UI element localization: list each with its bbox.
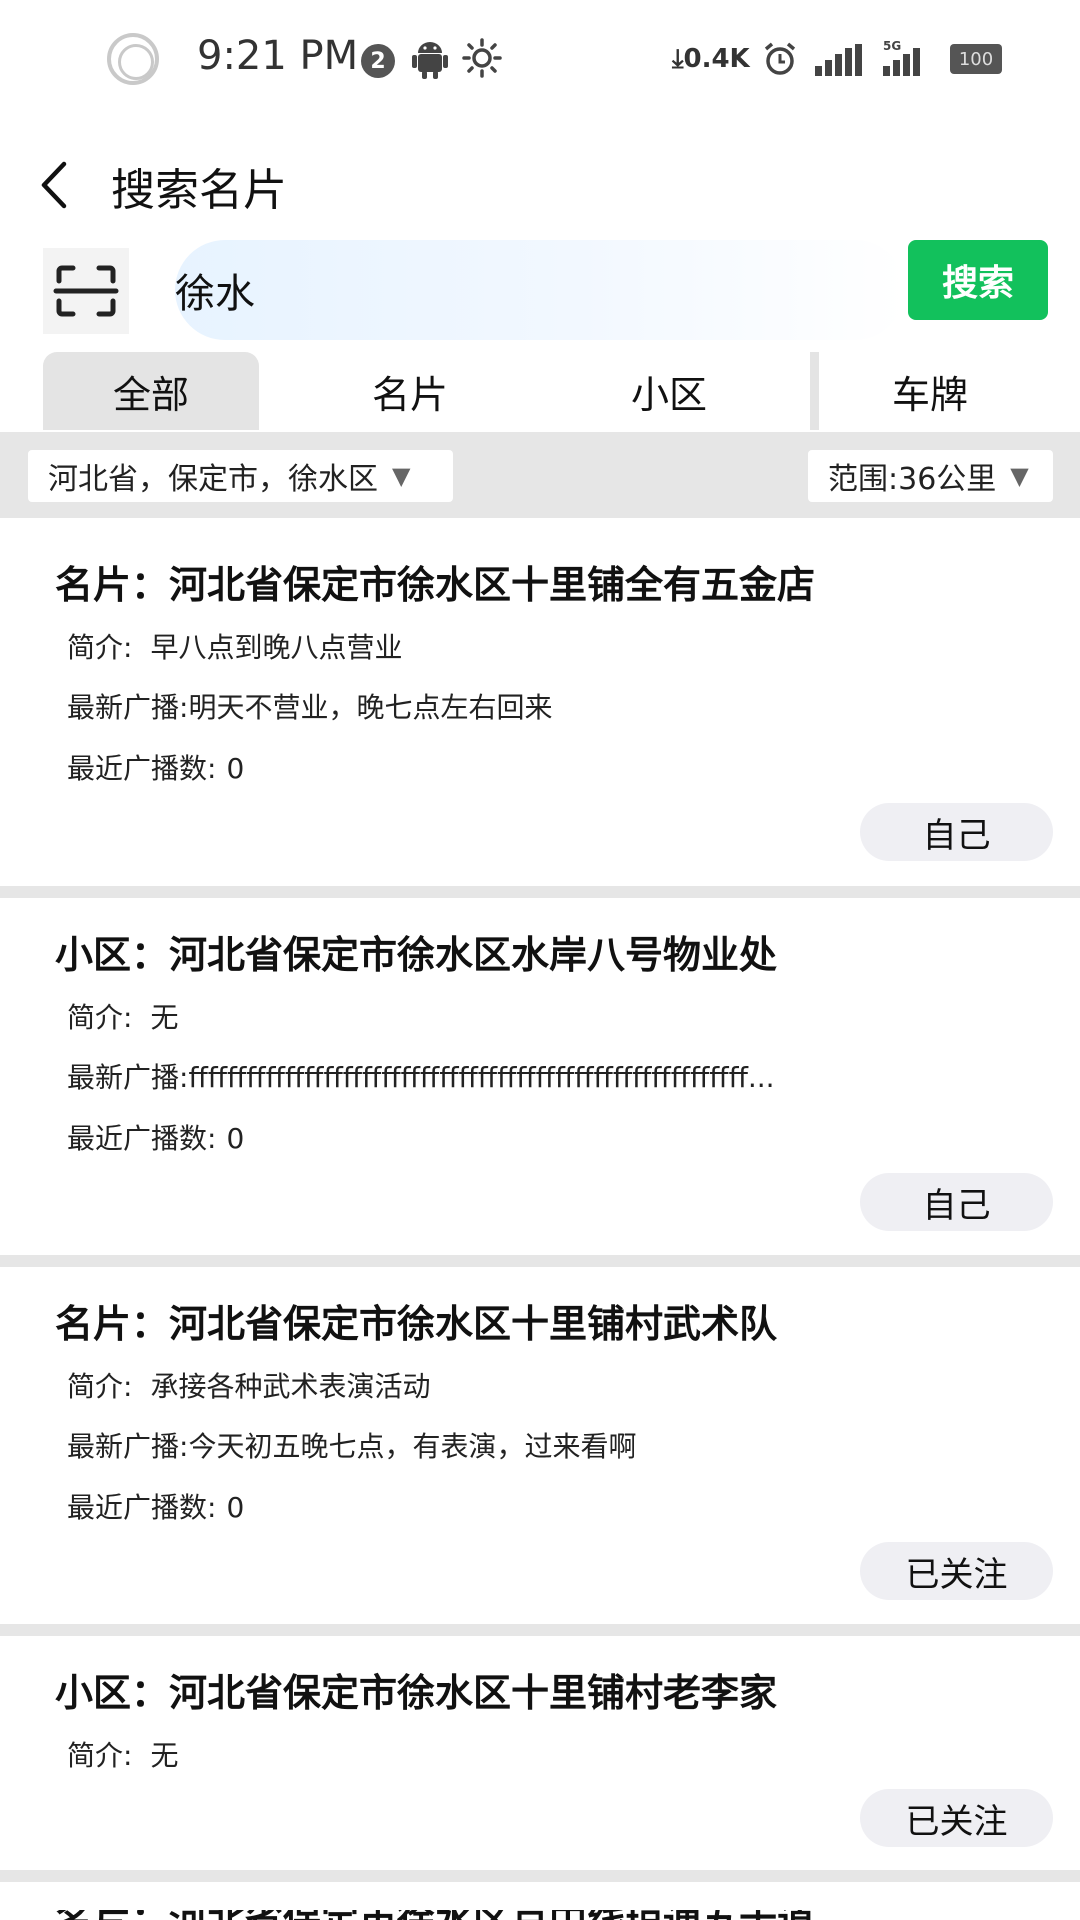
card-intro: 简介: 无 bbox=[67, 1734, 178, 1774]
intro-label: 简介: bbox=[67, 631, 133, 664]
signal-5g-icon: 5G bbox=[883, 39, 935, 80]
caret-down-icon: ▼ bbox=[1010, 462, 1029, 490]
search-input[interactable] bbox=[175, 240, 905, 340]
card-title: 小区：河北省保定市徐水区水岸八号物业处 bbox=[55, 933, 778, 977]
status-bar: 9:21 PM 2 ⤓0.4K 5G 100 bbox=[0, 0, 1080, 120]
result-list: 名片：河北省保定市徐水区十里铺全有五金店 简介: 早八点到晚八点营业 最新广播:明… bbox=[0, 518, 1080, 1882]
result-card[interactable]: 小区：河北省保定市徐水区水岸八号物业处 简介: 无 最新广播:ffffffffff… bbox=[0, 898, 1080, 1255]
signal-strength-icon bbox=[815, 44, 865, 80]
status-time: 9:21 PM bbox=[197, 33, 359, 79]
latest-label: 最新广播: bbox=[67, 1430, 189, 1463]
card-divider bbox=[0, 1870, 1080, 1882]
card-intro: 简介: 无 bbox=[67, 996, 178, 1036]
signal-5g-label: 5G bbox=[883, 40, 901, 53]
android-icon bbox=[412, 40, 448, 84]
result-card[interactable]: 名片：河北省保定市徐水区十里铺全有五金店 简介: 早八点到晚八点营业 最新广播:明… bbox=[0, 518, 1080, 886]
tab-all[interactable]: 全部 bbox=[43, 352, 259, 430]
count-label: 最近广播数: bbox=[67, 1122, 217, 1155]
network-speed: ⤓0.4K bbox=[672, 44, 750, 74]
scan-button[interactable] bbox=[43, 248, 129, 334]
card-divider bbox=[0, 1255, 1080, 1267]
intro-value: 承接各种武术表演活动 bbox=[150, 1370, 431, 1403]
card-latest: 最新广播:明天不营业，晚七点左右回来 bbox=[67, 686, 552, 726]
latest-label: 最新广播: bbox=[67, 691, 189, 724]
card-latest: 最新广播:fffffffffffffffffffffffffffffffffff… bbox=[67, 1056, 775, 1096]
record-icon bbox=[107, 33, 159, 85]
tab-divider bbox=[810, 352, 819, 430]
intro-label: 简介: bbox=[67, 1001, 133, 1034]
self-button[interactable]: 自己 bbox=[860, 803, 1053, 861]
region-filter[interactable]: 河北省，保定市，徐水区 ▼ bbox=[28, 450, 453, 502]
card-divider bbox=[0, 1624, 1080, 1636]
region-filter-label: 河北省，保定市，徐水区 bbox=[48, 462, 378, 497]
card-latest: 最新广播:今天初五晚七点，有表演，过来看啊 bbox=[67, 1425, 636, 1465]
followed-button[interactable]: 已关注 bbox=[860, 1789, 1053, 1847]
latest-value: ffffffffffffffffffffffffffffffffffffffff… bbox=[188, 1061, 775, 1094]
latest-value: 明天不营业，晚七点左右回来 bbox=[188, 691, 553, 724]
back-arrow-icon[interactable] bbox=[36, 158, 72, 216]
count-label: 最近广播数: bbox=[67, 1491, 217, 1524]
filter-bar: 河北省，保定市，徐水区 ▼ 范围:36公里 ▼ bbox=[0, 432, 1080, 518]
card-title: 小区：河北省保定市徐水区十里铺村老李家 bbox=[55, 1671, 778, 1715]
page-title: 搜索名片 bbox=[111, 165, 287, 216]
tab-cards[interactable]: 名片 bbox=[302, 352, 518, 430]
card-count: 最近广播数: 0 bbox=[67, 1117, 244, 1157]
card-divider bbox=[0, 886, 1080, 898]
count-value: 0 bbox=[226, 1122, 245, 1155]
tab-bar: 全部 名片 小区 车牌 bbox=[0, 352, 1080, 430]
count-value: 0 bbox=[226, 1491, 245, 1524]
notification-count-badge: 2 bbox=[361, 44, 395, 78]
self-button[interactable]: 自己 bbox=[860, 1173, 1053, 1231]
alarm-icon bbox=[762, 41, 798, 81]
header: 搜索名片 bbox=[0, 140, 1080, 230]
latest-value: 今天初五晚七点，有表演，过来看啊 bbox=[188, 1430, 637, 1463]
card-count: 最近广播数: 0 bbox=[67, 1486, 244, 1526]
result-card[interactable]: 小区：河北省保定市徐水区十里铺村老李家 简介: 无 已关注 bbox=[0, 1636, 1080, 1870]
partial-card-title: 名片：河北省保定市徐水区京中线琼通五十道 bbox=[55, 1910, 815, 1920]
intro-label: 简介: bbox=[67, 1739, 133, 1772]
latest-label: 最新广播: bbox=[67, 1061, 189, 1094]
count-value: 0 bbox=[226, 752, 245, 785]
scan-icon bbox=[53, 265, 119, 317]
tab-community[interactable]: 小区 bbox=[561, 352, 777, 430]
card-count: 最近广播数: 0 bbox=[67, 747, 244, 787]
caret-down-icon: ▼ bbox=[392, 462, 411, 490]
range-filter[interactable]: 范围:36公里 ▼ bbox=[808, 450, 1053, 502]
intro-value: 早八点到晚八点营业 bbox=[150, 631, 403, 664]
card-title: 名片：河北省保定市徐水区十里铺村武术队 bbox=[55, 1302, 778, 1346]
intro-value: 无 bbox=[150, 1001, 179, 1034]
range-filter-label: 范围:36公里 bbox=[828, 462, 997, 497]
search-button[interactable]: 搜索 bbox=[908, 240, 1048, 320]
card-intro: 简介: 承接各种武术表演活动 bbox=[67, 1365, 430, 1405]
result-card[interactable]: 名片：河北省保定市徐水区十里铺村武术队 简介: 承接各种武术表演活动 最新广播:今… bbox=[0, 1267, 1080, 1624]
tab-plate[interactable]: 车牌 bbox=[820, 352, 1040, 430]
download-arrow-icon: ⤓ bbox=[672, 44, 684, 74]
followed-button[interactable]: 已关注 bbox=[860, 1542, 1053, 1600]
intro-label: 简介: bbox=[67, 1370, 133, 1403]
intro-value: 无 bbox=[150, 1739, 179, 1772]
card-intro: 简介: 早八点到晚八点营业 bbox=[67, 626, 402, 666]
card-title: 名片：河北省保定市徐水区十里铺全有五金店 bbox=[55, 563, 816, 607]
brightness-icon bbox=[462, 38, 502, 82]
battery-icon: 100 bbox=[950, 44, 1002, 74]
count-label: 最近广播数: bbox=[67, 752, 217, 785]
